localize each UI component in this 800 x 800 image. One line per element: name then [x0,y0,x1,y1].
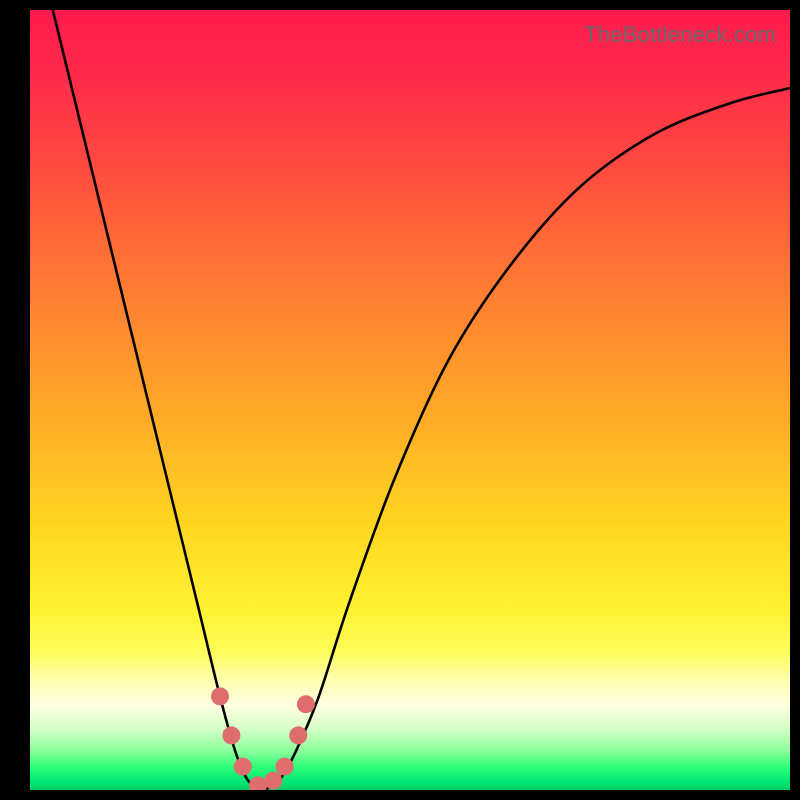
curve-marker [276,758,294,776]
curve-marker [234,758,252,776]
curve-marker [249,776,267,790]
chart-area: TheBottleneck.com [30,10,790,790]
curve-marker [297,695,315,713]
curve-marker [289,726,307,744]
curve-markers [211,687,315,790]
curve-marker [211,687,229,705]
curve-marker [222,726,240,744]
bottleneck-curve-path [53,10,790,789]
bottleneck-curve-svg [30,10,790,790]
curve-marker [264,772,282,790]
